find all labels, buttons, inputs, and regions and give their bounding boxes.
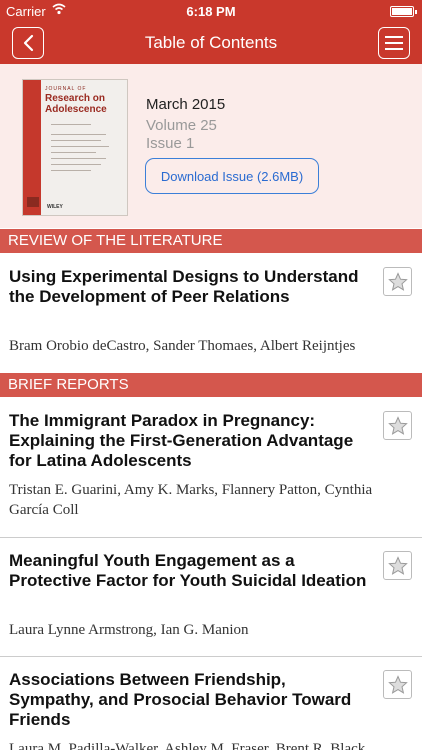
article-authors: Laura M. Padilla-Walker, Ashley M. Frase… (9, 741, 366, 750)
star-icon (387, 555, 408, 575)
star-icon (387, 674, 408, 694)
issue-number: Issue 1 (146, 135, 195, 152)
issue-volume: Volume 25 (146, 117, 217, 134)
clock: 6:18 PM (186, 4, 236, 19)
battery-icon (390, 6, 417, 17)
section-header-brief-reports: BRIEF REPORTS (0, 373, 422, 397)
page-title: Table of Contents (144, 33, 278, 52)
article-title[interactable]: Using Experimental Designs to Understand… (9, 267, 369, 307)
navigation-bar: Table of Contents (0, 22, 422, 64)
star-icon (387, 271, 408, 291)
article-title[interactable]: The Immigrant Paradox in Pregnancy: Expl… (9, 411, 369, 471)
favorite-button[interactable] (383, 411, 412, 440)
cover-publisher: WILEY (47, 204, 63, 210)
row-divider (0, 656, 422, 657)
journal-cover-image: JOURNAL OF Research on Adolescence WILEY (22, 79, 128, 216)
cover-journal-label: JOURNAL OF (45, 86, 87, 92)
issue-date: March 2015 (146, 96, 226, 113)
star-icon (387, 415, 408, 435)
menu-button[interactable] (378, 27, 410, 59)
article-authors: Bram Orobio deCastro, Sander Thomaes, Al… (9, 338, 356, 354)
section-header-review: REVIEW OF THE LITERATURE (0, 229, 422, 253)
cover-journal-title: Research on Adolescence (45, 93, 107, 115)
article-authors: Laura Lynne Armstrong, Ian G. Manion (9, 622, 249, 638)
article-title[interactable]: Associations Between Friendship, Sympath… (9, 670, 369, 730)
status-bar: Carrier 6:18 PM (0, 0, 422, 22)
issue-header: JOURNAL OF Research on Adolescence WILEY… (0, 64, 422, 228)
hamburger-icon (385, 36, 403, 50)
favorite-button[interactable] (383, 267, 412, 296)
article-authors: Tristan E. Guarini, Amy K. Marks, Flanne… (9, 482, 373, 518)
row-divider (0, 537, 422, 538)
article-title[interactable]: Meaningful Youth Engagement as a Protect… (9, 551, 369, 591)
publisher-logo-icon (27, 197, 39, 207)
favorite-button[interactable] (383, 551, 412, 580)
favorite-button[interactable] (383, 670, 412, 699)
download-issue-button[interactable]: Download Issue (2.6MB) (145, 158, 319, 194)
